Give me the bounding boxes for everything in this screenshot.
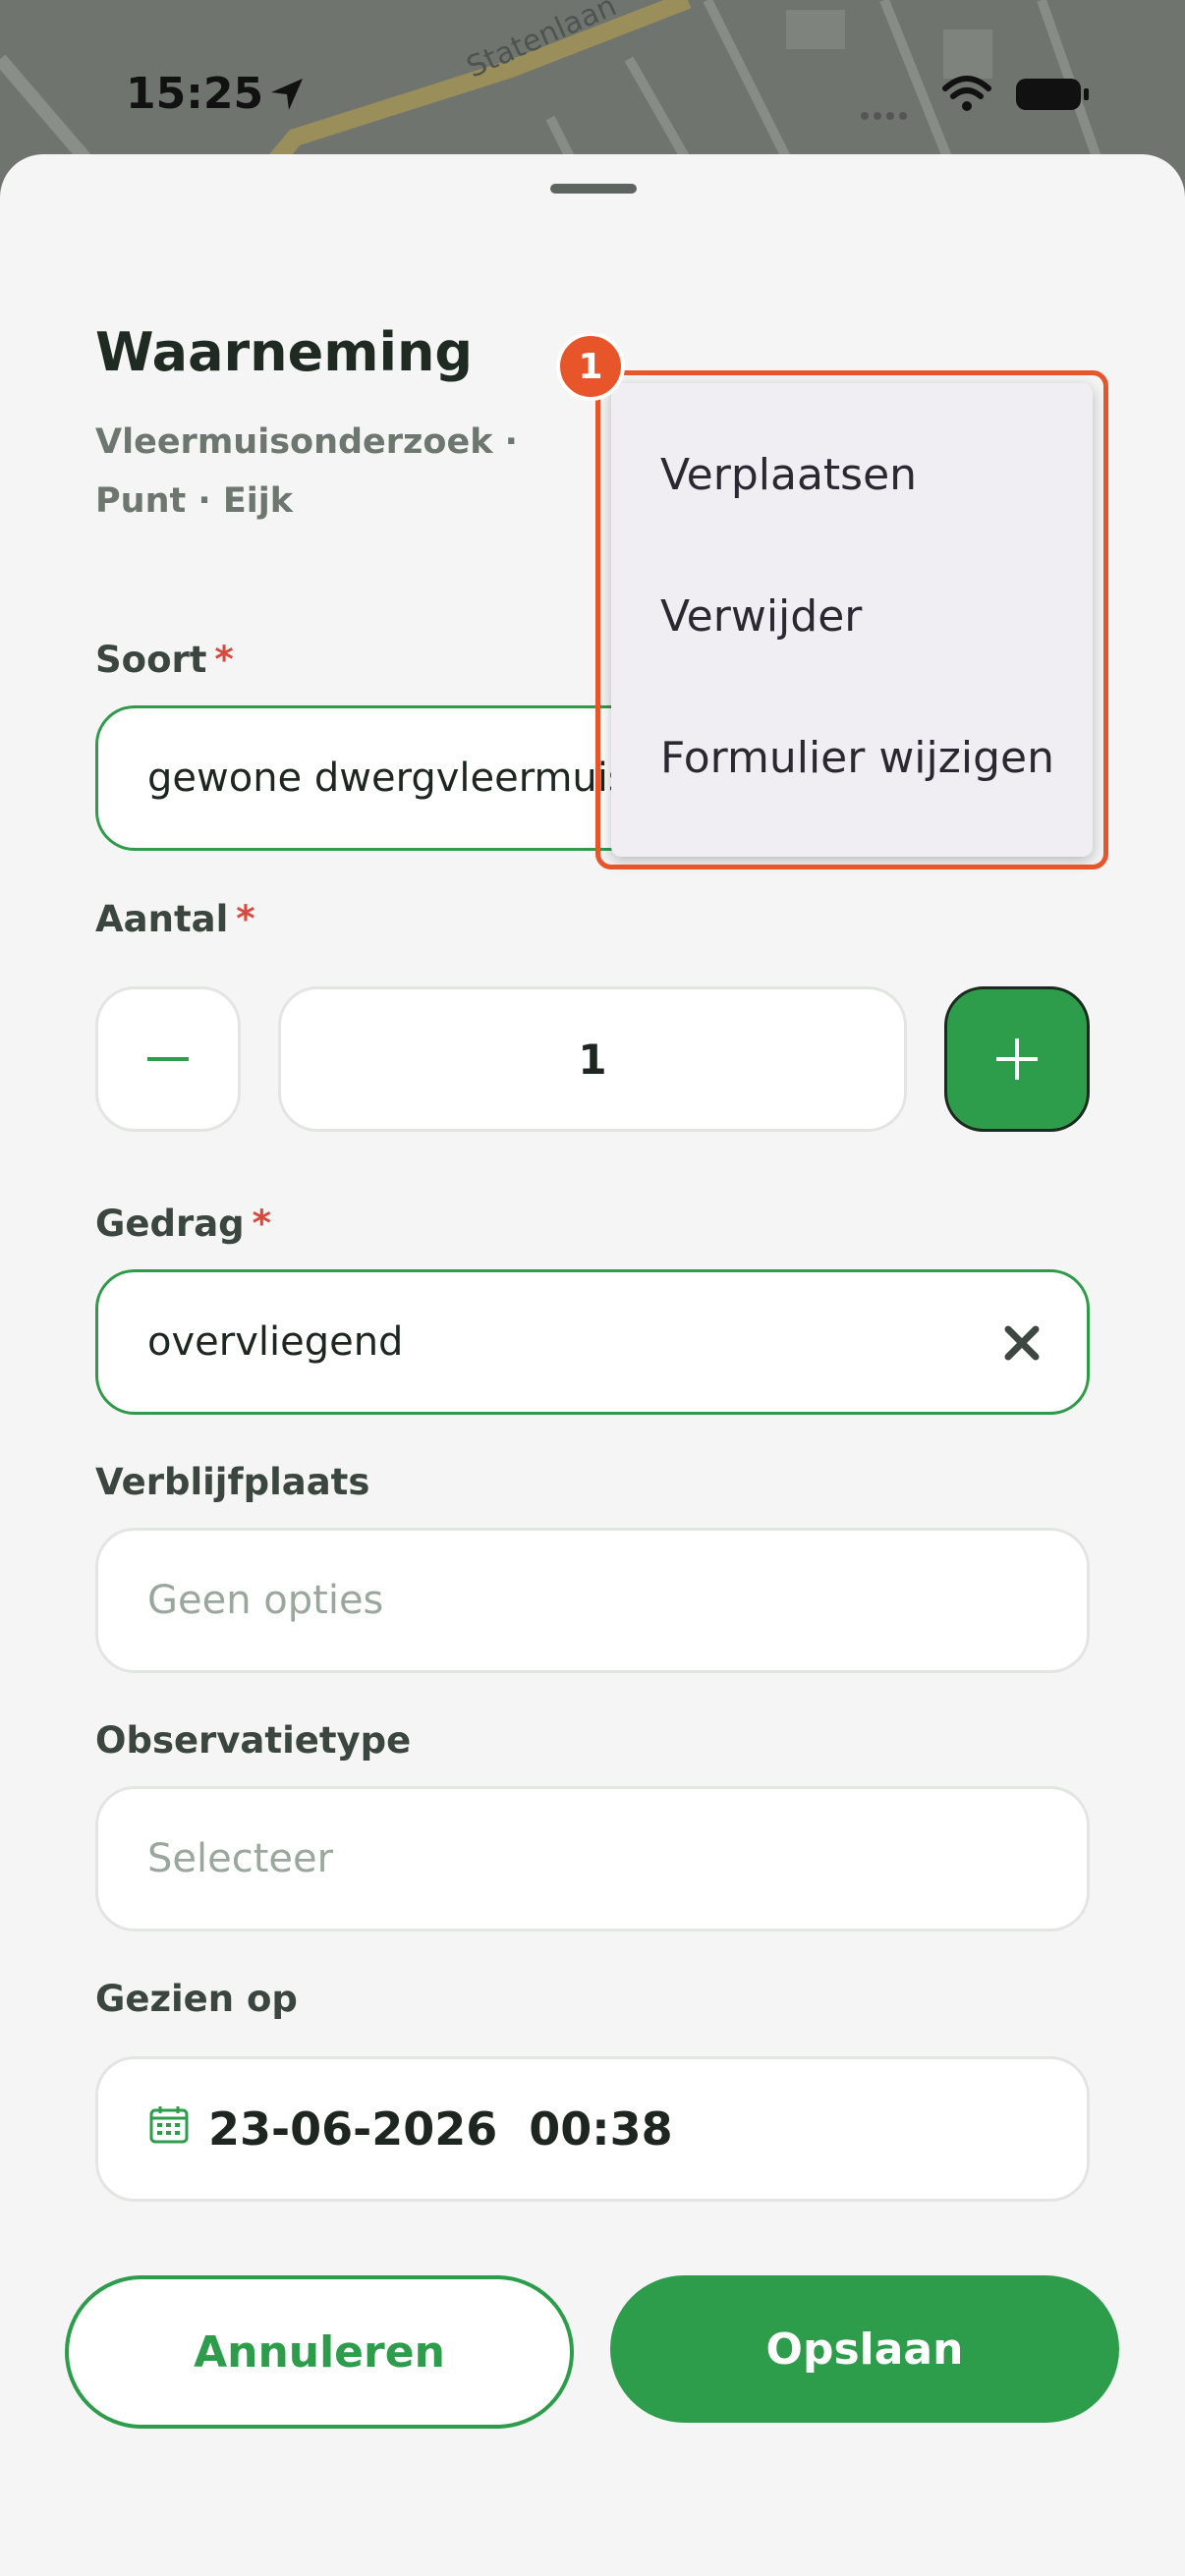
verblijfplaats-placeholder: Geen opties: [147, 1578, 384, 1623]
verblijfplaats-field[interactable]: Geen opties: [95, 1528, 1090, 1673]
highlight-outline: [595, 370, 1108, 869]
soort-value: gewone dwergvleermuis: [147, 756, 629, 801]
location-arrow-icon: [267, 75, 307, 118]
calendar-icon: [147, 2102, 191, 2156]
plus-icon: [996, 1038, 1038, 1080]
required-marker: *: [236, 898, 255, 940]
decrement-button[interactable]: [95, 986, 241, 1132]
verblijfplaats-label: Verblijfplaats: [95, 1461, 370, 1503]
observatietype-placeholder: Selecteer: [147, 1836, 334, 1881]
sheet-grabber[interactable]: [550, 184, 637, 194]
quantity-field[interactable]: 1: [278, 986, 907, 1132]
wifi-icon: [941, 75, 992, 118]
observatietype-label: Observatietype: [95, 1719, 412, 1762]
gedrag-value: overvliegend: [147, 1319, 404, 1365]
save-button[interactable]: Opslaan: [610, 2275, 1119, 2423]
minus-icon: [147, 1057, 189, 1061]
required-marker: *: [214, 639, 234, 681]
sheet-title: Waarneming: [95, 321, 474, 383]
gezien-op-label: Gezien op: [95, 1978, 298, 2020]
gezien-op-field[interactable]: 23-06-2026 00:38: [95, 2056, 1090, 2202]
gedrag-label: Gedrag *: [95, 1203, 272, 1245]
gedrag-field[interactable]: overvliegend: [95, 1269, 1090, 1415]
sheet-subtitle: Vleermuisonderzoek · Punt · Eijk: [95, 422, 518, 521]
signal-dots-icon: [860, 106, 909, 125]
status-time: 15:25: [126, 69, 264, 119]
soort-label: Soort *: [95, 639, 234, 681]
cancel-button[interactable]: Annuleren: [65, 2275, 574, 2429]
increment-button[interactable]: [944, 986, 1090, 1132]
aantal-label: Aantal *: [95, 898, 255, 940]
clear-icon[interactable]: [1000, 1321, 1044, 1365]
battery-icon: [1014, 75, 1091, 118]
step-badge: 1: [556, 332, 625, 401]
required-marker: *: [252, 1203, 272, 1245]
observatietype-field[interactable]: Selecteer: [95, 1786, 1090, 1932]
gezien-op-value: 23-06-2026 00:38: [208, 2102, 673, 2156]
